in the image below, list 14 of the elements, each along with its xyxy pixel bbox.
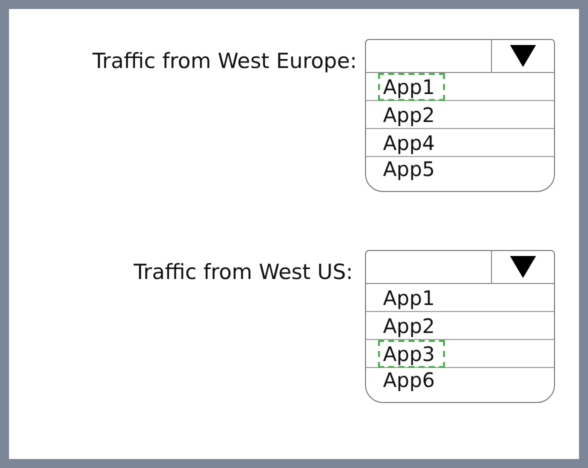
- dropdown-option[interactable]: App1: [380, 286, 443, 310]
- dropdown[interactable]: App1 App2 App4 App5: [365, 39, 555, 192]
- dropdown-option[interactable]: App2: [380, 314, 443, 338]
- dropdown-option[interactable]: App3: [380, 342, 443, 366]
- dropdown-option[interactable]: App5: [380, 157, 443, 181]
- question-label: Traffic from West Europe:: [91, 48, 357, 73]
- dropdown-option[interactable]: App2: [380, 102, 443, 126]
- caret-icon: [510, 256, 536, 278]
- dropdown[interactable]: App1 App2 App3 App6: [365, 250, 555, 403]
- question-label: Traffic from West US:: [132, 259, 353, 284]
- dropdown-option[interactable]: App1: [380, 74, 443, 98]
- dropdown-option[interactable]: App4: [380, 130, 443, 154]
- caret-icon: [510, 45, 536, 67]
- dropdown-option[interactable]: App6: [380, 368, 443, 392]
